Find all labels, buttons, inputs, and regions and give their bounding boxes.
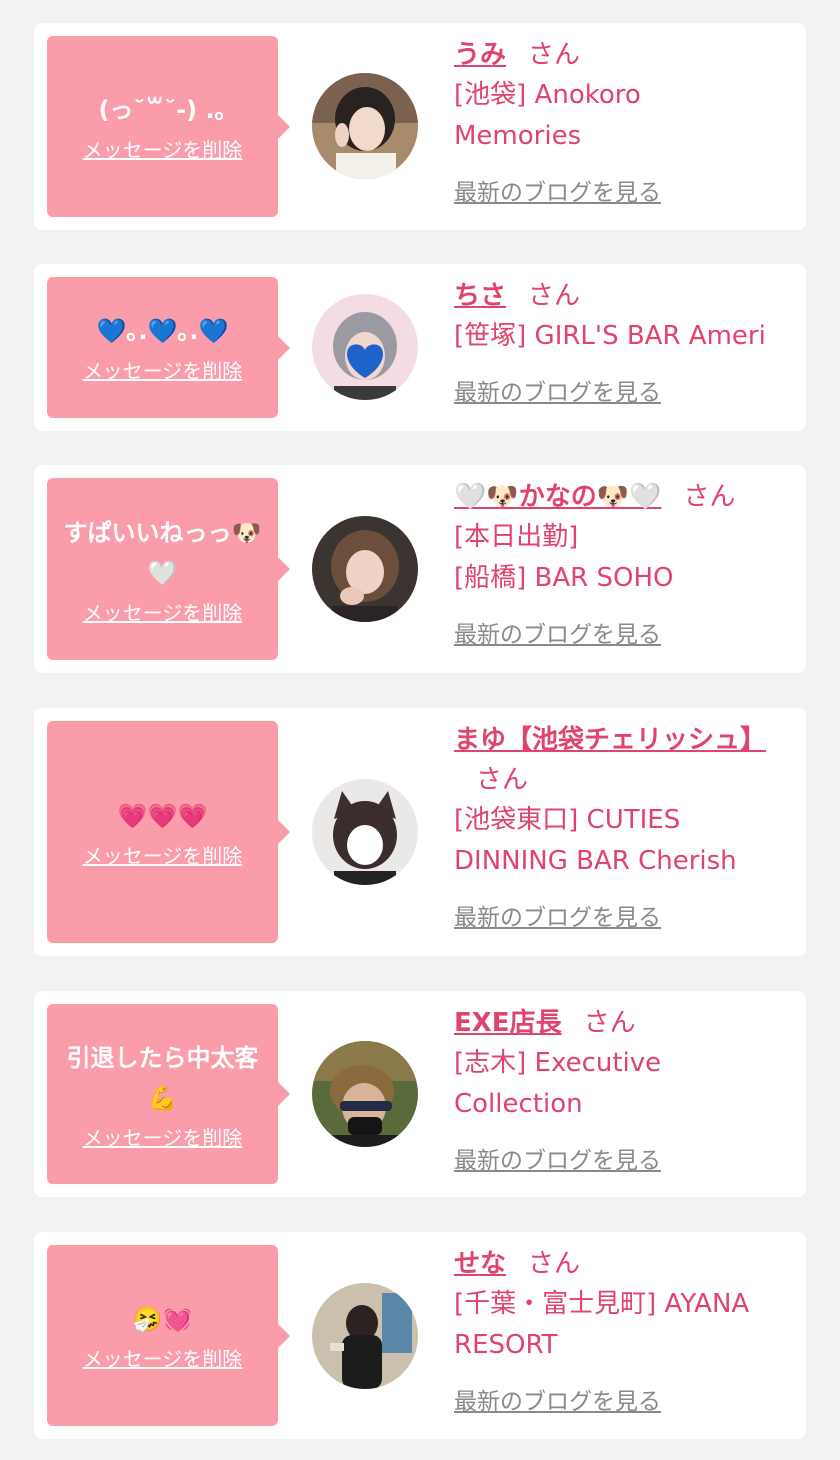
message-bubble: 💙｡.💙｡.💙 メッセージを削除 [47,277,290,418]
message-text: 💗💗💗 [117,801,208,830]
user-name-link[interactable]: ちさ [454,281,506,311]
latest-blog-link[interactable]: 最新のブログを見る [454,1141,661,1175]
shop-line: DINNING BAR Cherish [454,846,737,876]
name-line: うみ さん [454,35,796,75]
shop-line: Memories [454,121,582,151]
honorific: さん [528,281,581,311]
name-line: 🤍🐶かなの🐶🤍 さん [454,477,796,517]
user-photo-icon [312,516,418,622]
message-bubble: 🤧💓 メッセージを削除 [47,1245,290,1426]
message-card: 💗💗💗 メッセージを削除 まゆ【池袋チェリッシュ】さん [池袋東口] CUTIE… [34,708,806,956]
avatar[interactable] [312,516,418,622]
message-bubble: (っ˘꒳˘-) .｡ メッセージを削除 [47,36,290,217]
user-name-link[interactable]: せな [454,1249,506,1279]
message-card: 引退したら中太客💪 メッセージを削除 EXE店長 さん [志木] Executiv… [34,991,806,1197]
message-bubble: すぱいいねっっ🐶🤍 メッセージを削除 [47,478,290,660]
honorific: さん [583,1008,636,1038]
message-text: (っ˘꒳˘-) .｡ [98,96,227,124]
user-info: せな さん [千葉・富士見町] AYANA RESORT 最新のブログを見る [454,1244,796,1416]
delete-message-link[interactable]: メッセージを削除 [83,355,243,384]
message-bubble: 💗💗💗 メッセージを削除 [47,721,290,943]
delete-message-link[interactable]: メッセージを削除 [83,840,243,869]
shop-line: [笹塚] GIRL'S BAR Ameri [454,321,766,351]
delete-message-link[interactable]: メッセージを削除 [83,597,243,626]
message-list: (っ˘꒳˘-) .｡ メッセージを削除 うみ さん [池袋] Anokoro Me… [0,0,840,1460]
user-photo-icon [312,294,418,400]
honorific: さん [528,1249,581,1279]
message-card: (っ˘꒳˘-) .｡ メッセージを削除 うみ さん [池袋] Anokoro Me… [34,23,806,230]
shop-line: [志木] Executive [454,1048,662,1078]
latest-blog-link[interactable]: 最新のブログを見る [454,373,661,407]
name-line: ちさ さん [454,276,796,316]
latest-blog-link[interactable]: 最新のブログを見る [454,1382,661,1416]
user-info: まゆ【池袋チェリッシュ】さん [池袋東口] CUTIES DINNING BAR… [454,720,796,932]
avatar[interactable] [312,73,418,179]
user-info: うみ さん [池袋] Anokoro Memories 最新のブログを見る [454,35,796,207]
name-line: EXE店長 さん [454,1003,796,1043]
user-photo-icon [312,779,418,885]
shop-line: [千葉・富士見町] AYANA [454,1289,750,1319]
user-photo-icon [312,1041,418,1147]
shop-line: Collection [454,1089,583,1119]
user-info: EXE店長 さん [志木] Executive Collection 最新のブログ… [454,1003,796,1175]
message-text: 🤧💓 [132,1305,193,1333]
message-text: 引退したら中太客💪 [66,1043,259,1112]
avatar[interactable] [312,1041,418,1147]
message-card: 🤧💓 メッセージを削除 せな さん [千葉・富士見町] AYANA RESORT … [34,1232,806,1439]
delete-message-link[interactable]: メッセージを削除 [83,134,243,163]
delete-message-link[interactable]: メッセージを削除 [83,1343,243,1372]
user-info: 🤍🐶かなの🐶🤍 さん [本日出勤] [船橋] BAR SOHO 最新のブログを見る [454,477,796,649]
latest-blog-link[interactable]: 最新のブログを見る [454,898,661,932]
honorific: さん [528,40,581,70]
user-name-link[interactable]: うみ [454,40,506,70]
shop-line: [池袋東口] CUTIES [454,805,681,835]
avatar[interactable] [312,779,418,885]
user-photo-icon [312,73,418,179]
message-text: 💙｡.💙｡.💙 [96,317,229,345]
shop-line: [船橋] BAR SOHO [454,563,674,593]
shop-line: RESORT [454,1330,558,1360]
message-card: すぱいいねっっ🐶🤍 メッセージを削除 🤍🐶かなの🐶🤍 さん [本日出勤] [船橋]… [34,465,806,673]
user-photo-icon [312,1283,418,1389]
message-bubble: 引退したら中太客💪 メッセージを削除 [47,1004,290,1184]
delete-message-link[interactable]: メッセージを削除 [83,1122,243,1151]
honorific: さん [683,482,736,512]
user-name-link[interactable]: EXE店長 [454,1008,562,1038]
name-line: せな さん [454,1244,796,1284]
honorific: さん [476,765,529,795]
avatar[interactable] [312,294,418,400]
shop-line: [本日出勤] [454,522,579,552]
latest-blog-link[interactable]: 最新のブログを見る [454,615,661,649]
message-text: すぱいいねっっ🐶🤍 [63,518,262,587]
user-name-link[interactable]: まゆ【池袋チェリッシュ】 [454,725,766,755]
message-card: 💙｡.💙｡.💙 メッセージを削除 ちさ さん [笹塚] GIRL'S BAR Am… [34,264,806,431]
avatar[interactable] [312,1283,418,1389]
name-line: まゆ【池袋チェリッシュ】さん [454,720,766,800]
latest-blog-link[interactable]: 最新のブログを見る [454,173,661,207]
user-info: ちさ さん [笹塚] GIRL'S BAR Ameri 最新のブログを見る [454,276,796,407]
shop-line: [池袋] Anokoro [454,80,641,110]
user-name-link[interactable]: 🤍🐶かなの🐶🤍 [454,482,662,512]
